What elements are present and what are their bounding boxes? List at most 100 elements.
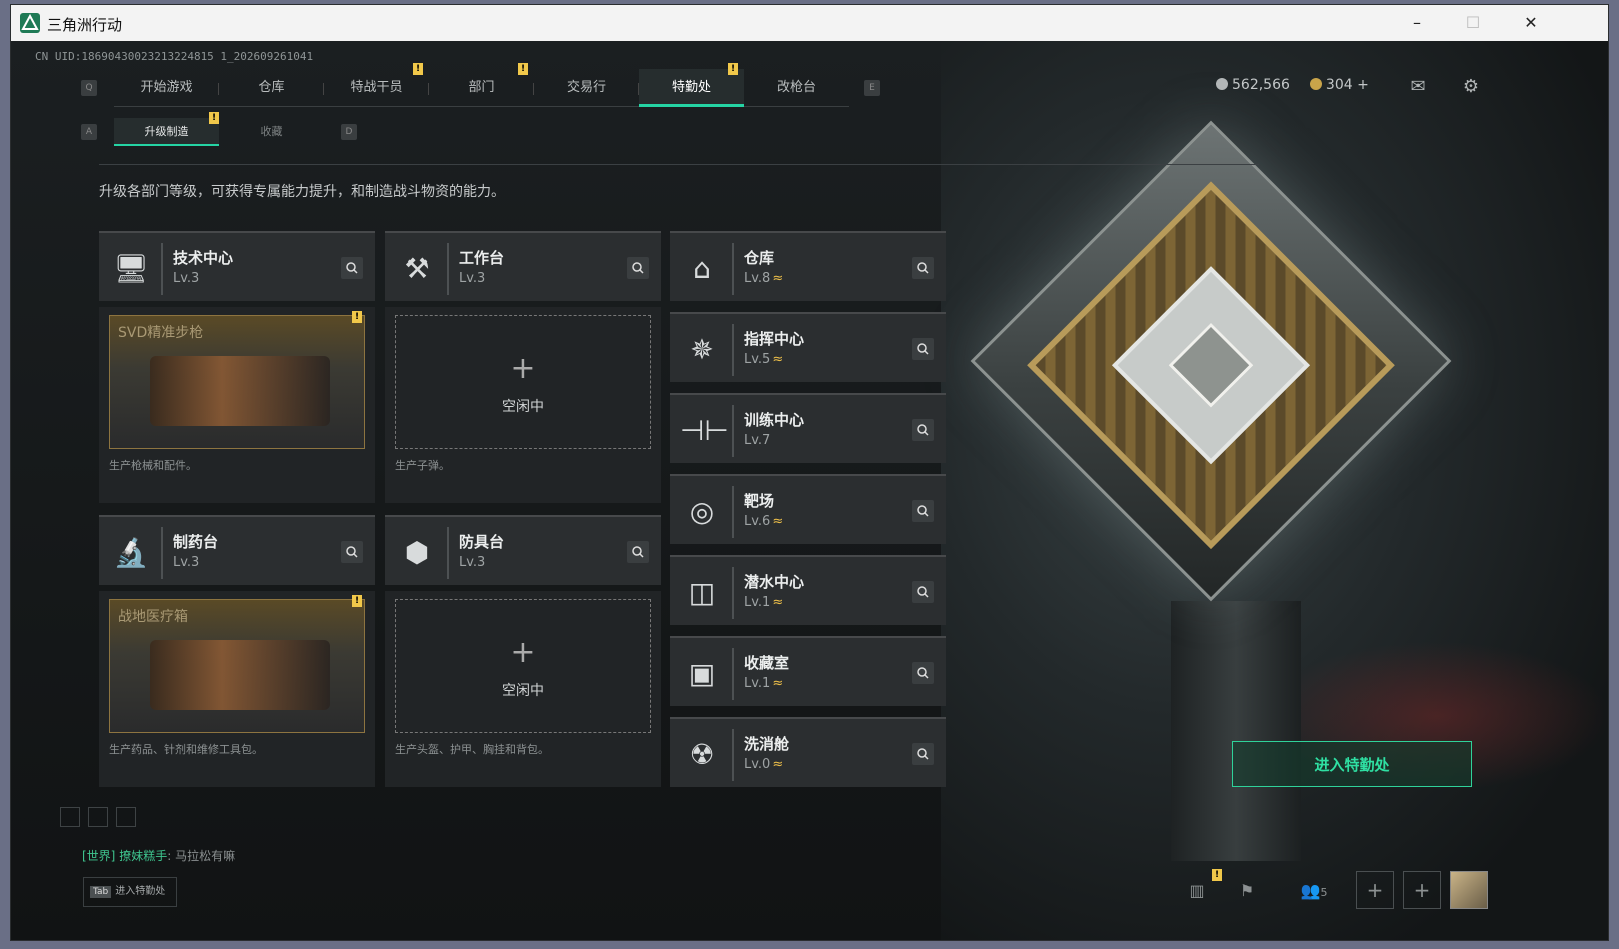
card-separator bbox=[732, 324, 734, 376]
facility-level: Lv.7 bbox=[744, 433, 770, 448]
production-slot[interactable]: + 空闲中生产子弹。 bbox=[385, 307, 661, 503]
main-nav: 开始游戏 仓库 特战干员! 部门! 交易行 特勤处! 改枪台 bbox=[114, 63, 849, 107]
tab-label: 特战干员 bbox=[350, 80, 403, 95]
minimize-button[interactable]: – bbox=[1397, 11, 1437, 35]
key-hint-q: Q bbox=[81, 80, 97, 96]
tab-1[interactable]: 仓库 bbox=[219, 69, 324, 107]
tab-alert-badge: ! bbox=[413, 63, 423, 75]
facility-card[interactable]: 🖥 技术中心 Lv.3 bbox=[99, 231, 375, 301]
tab-2[interactable]: 特战干员! bbox=[324, 63, 429, 107]
settings-gear-icon[interactable]: ⚙ bbox=[1460, 76, 1482, 98]
tab-hint-button[interactable]: Tab 进入特勤处 bbox=[83, 877, 177, 907]
production-description: 生产子弹。 bbox=[395, 459, 450, 472]
magnifier-search-icon[interactable] bbox=[341, 541, 363, 563]
magnifier-search-icon[interactable] bbox=[912, 338, 934, 360]
facility-card[interactable]: ⊣⊢ 训练中心 Lv.7 bbox=[670, 393, 946, 463]
card-separator bbox=[732, 729, 734, 781]
level-text: Lv.3 bbox=[459, 271, 486, 286]
magnifier-search-icon[interactable] bbox=[912, 743, 934, 765]
monitor-icon: 🖥 bbox=[113, 252, 149, 285]
facility-level: Lv.3 bbox=[173, 555, 199, 570]
facility-card[interactable]: ⬢ 防具台 Lv.3 bbox=[385, 515, 661, 585]
tab-key: Tab bbox=[90, 886, 112, 898]
maximize-button[interactable]: ☐ bbox=[1453, 11, 1493, 35]
level-text: Lv.3 bbox=[459, 555, 486, 570]
facility-level: Lv.8 ≈ bbox=[744, 271, 783, 286]
product-item[interactable]: 战地医疗箱 bbox=[109, 599, 365, 733]
app-logo-icon bbox=[20, 13, 40, 33]
sub-nav: 升级制造! 收藏 bbox=[114, 112, 324, 146]
facility-level: Lv.6 ≈ bbox=[744, 514, 783, 529]
tab-0[interactable]: 开始游戏 bbox=[114, 69, 219, 107]
warehouse-icon: ⌂ bbox=[693, 252, 711, 285]
empty-slot[interactable]: + 空闲中 bbox=[395, 599, 651, 733]
flag-icon[interactable]: ⚑ bbox=[1233, 877, 1261, 905]
chat-tool-1[interactable] bbox=[60, 807, 80, 827]
facility-card[interactable]: 🔬 制药台 Lv.3 bbox=[99, 515, 375, 585]
magnifier-search-icon[interactable] bbox=[627, 541, 649, 563]
facility-name: 指挥中心 bbox=[744, 330, 805, 348]
product-item-name: SVD精准步枪 bbox=[118, 325, 204, 341]
player-avatar[interactable] bbox=[1450, 871, 1488, 909]
empty-slot[interactable]: + 空闲中 bbox=[395, 315, 651, 449]
magnifier-search-icon[interactable] bbox=[912, 662, 934, 684]
product-alert-badge: ! bbox=[352, 311, 362, 323]
facility-card[interactable]: ✵ 指挥中心 Lv.5 ≈ bbox=[670, 312, 946, 382]
facility-card[interactable]: ⌂ 仓库 Lv.8 ≈ bbox=[670, 231, 946, 301]
card-separator bbox=[732, 405, 734, 457]
close-button[interactable]: ✕ bbox=[1511, 11, 1551, 35]
window-title: 三角洲行动 bbox=[47, 16, 123, 34]
game-window: 三角洲行动 – ☐ ✕ CN UID:18690430023213224815 … bbox=[10, 4, 1609, 941]
product-item[interactable]: SVD精准步枪 bbox=[109, 315, 365, 449]
level-text: Lv.5 bbox=[744, 352, 771, 367]
stats-chart-icon[interactable]: ▥ bbox=[1183, 877, 1211, 905]
chat-tool-3[interactable] bbox=[116, 807, 136, 827]
magnifier-search-icon[interactable] bbox=[912, 419, 934, 441]
production-slot[interactable]: SVD精准步枪! 生产枪械和配件。 bbox=[99, 307, 375, 503]
facility-card[interactable]: ⚒ 工作台 Lv.3 bbox=[385, 231, 661, 301]
tab-6[interactable]: 改枪台 bbox=[744, 69, 849, 107]
add-gold-button[interactable]: + bbox=[1357, 77, 1369, 93]
add-slot-1[interactable]: + bbox=[1356, 871, 1394, 909]
tab-5[interactable]: 特勤处! bbox=[639, 63, 744, 107]
friends-icon[interactable]: 👥5 bbox=[1291, 877, 1337, 905]
add-slot-2[interactable]: + bbox=[1403, 871, 1441, 909]
mail-icon[interactable]: ✉ bbox=[1407, 76, 1429, 98]
title-bar: 三角洲行动 – ☐ ✕ bbox=[11, 5, 1608, 41]
magnifier-search-icon[interactable] bbox=[912, 581, 934, 603]
key-hint-d: D bbox=[341, 124, 357, 140]
magnifier-search-icon[interactable] bbox=[912, 257, 934, 279]
facility-card[interactable]: ▣ 收藏室 Lv.1 ≈ bbox=[670, 636, 946, 706]
tab-label: 部门 bbox=[468, 80, 495, 95]
facility-card[interactable]: ☢ 洗消舱 Lv.0 ≈ bbox=[670, 717, 946, 787]
production-slot[interactable]: + 空闲中 生产头盔、护甲、胸挂和背包。 bbox=[385, 591, 661, 787]
facility-card[interactable]: ◫ 潜水中心 Lv.1 ≈ bbox=[670, 555, 946, 625]
subtab-1[interactable]: 收藏 bbox=[219, 118, 324, 146]
production-slot[interactable]: 战地医疗箱! 生产药品、针剂和维修工具包。 bbox=[99, 591, 375, 787]
tab-label: 开始游戏 bbox=[140, 80, 193, 95]
cubes-icon: ⬢ bbox=[404, 536, 430, 569]
goggles-icon: ◫ bbox=[688, 576, 716, 609]
chat-line[interactable]: [世界] 撩妹糕手: 马拉松有嘛 bbox=[82, 847, 235, 864]
level-text: Lv.3 bbox=[173, 555, 200, 570]
tab-3[interactable]: 部门! bbox=[429, 63, 534, 107]
magnifier-search-icon[interactable] bbox=[627, 257, 649, 279]
facility-name: 技术中心 bbox=[173, 249, 234, 267]
card-separator bbox=[447, 243, 449, 295]
subtab-label: 升级制造 bbox=[144, 125, 189, 138]
game-viewport: CN UID:18690430023213224815 1_2026092610… bbox=[11, 41, 1608, 940]
magnifier-search-icon[interactable] bbox=[341, 257, 363, 279]
facility-card[interactable]: ◎ 靶场 Lv.6 ≈ bbox=[670, 474, 946, 544]
facility-name: 潜水中心 bbox=[744, 573, 805, 591]
friends-count: 5 bbox=[1320, 886, 1328, 899]
enter-special-ops-button[interactable]: 进入特勤处 bbox=[1232, 741, 1472, 787]
subtab-0[interactable]: 升级制造! bbox=[114, 112, 219, 146]
facility-name: 收藏室 bbox=[744, 654, 790, 672]
upgrade-arrow-icon: ≈ bbox=[772, 757, 784, 772]
microscope-icon: 🔬 bbox=[113, 536, 149, 569]
silver-currency: 562,566 bbox=[1216, 77, 1290, 93]
magnifier-search-icon[interactable] bbox=[912, 500, 934, 522]
chat-tool-2[interactable] bbox=[88, 807, 108, 827]
tab-hint-label: 进入特勤处 bbox=[115, 886, 166, 897]
tab-4[interactable]: 交易行 bbox=[534, 69, 639, 107]
